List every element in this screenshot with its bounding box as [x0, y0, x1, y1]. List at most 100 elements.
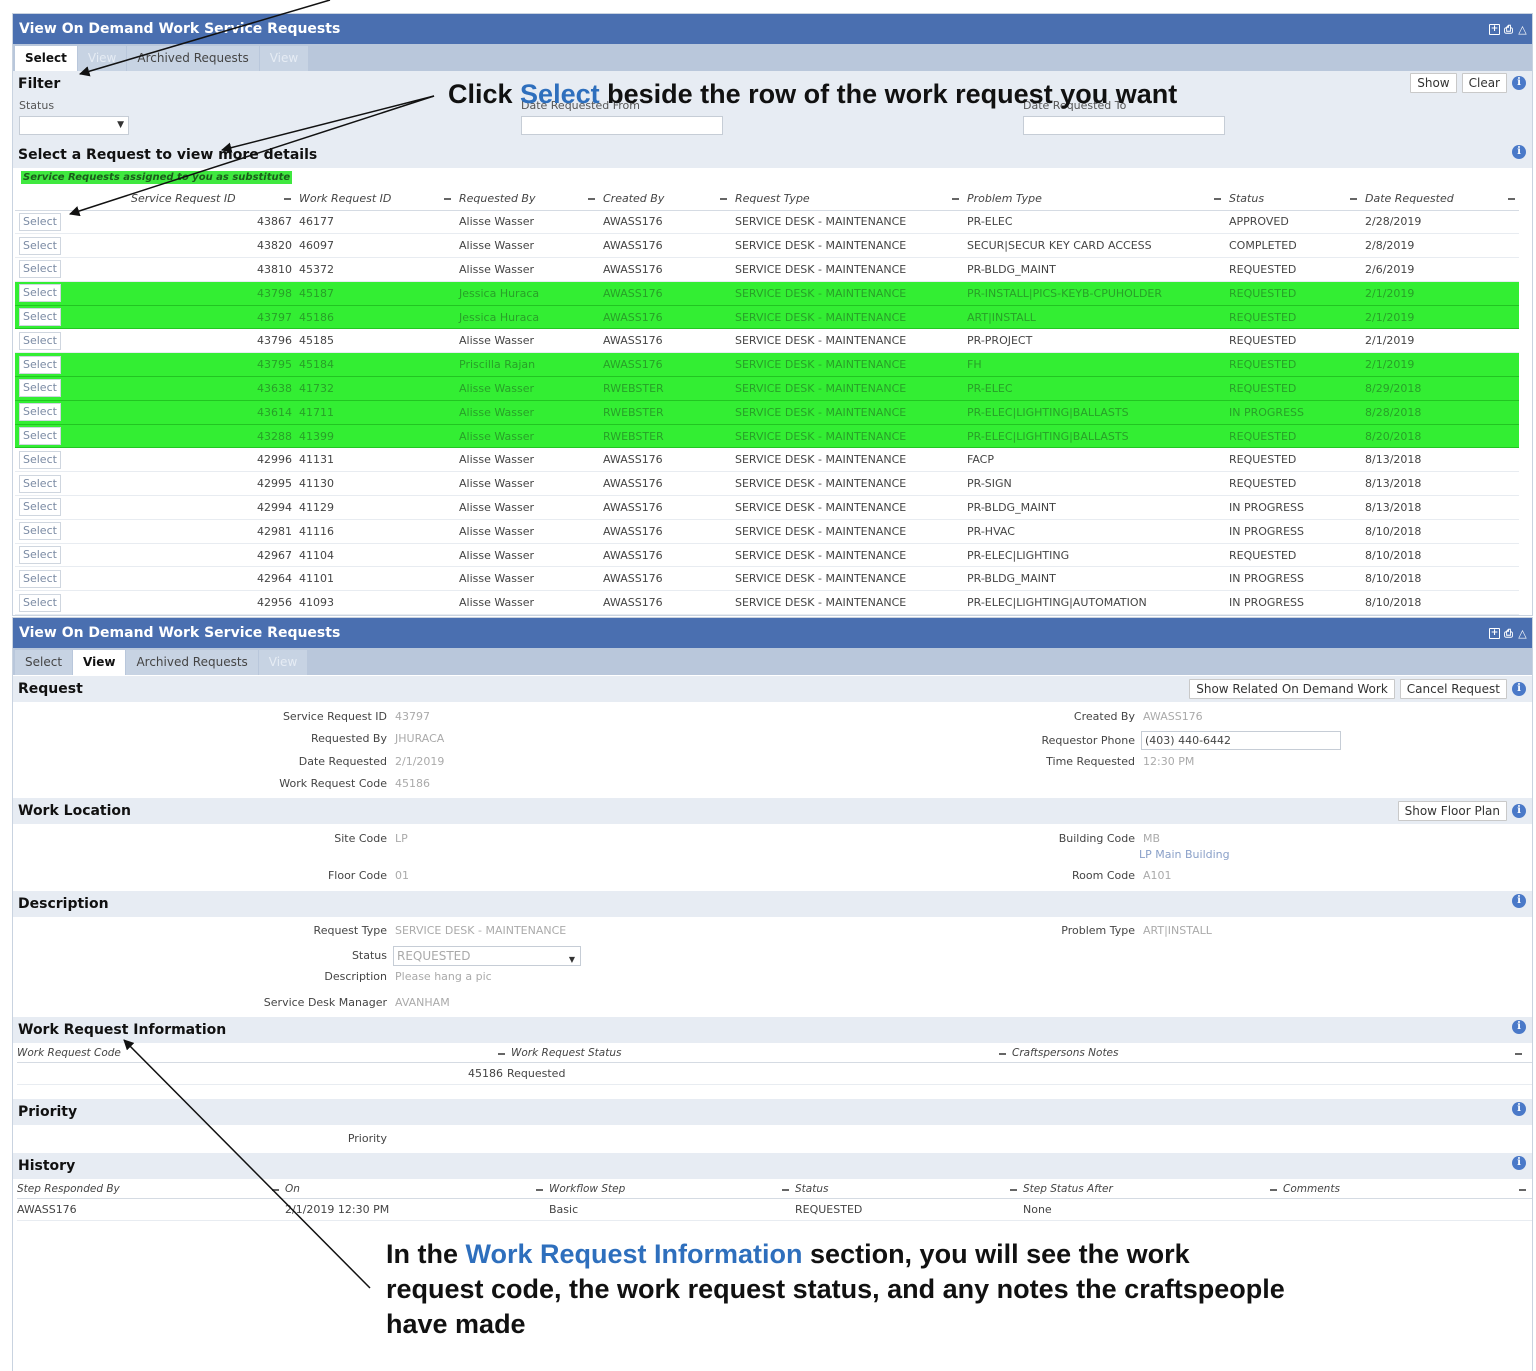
- select-button[interactable]: Select: [19, 403, 61, 422]
- alert-icon[interactable]: △: [1517, 628, 1528, 639]
- select-button[interactable]: Select: [19, 450, 61, 469]
- column-header[interactable]: Date Requested: [1361, 188, 1519, 211]
- select-button[interactable]: Select: [19, 331, 61, 350]
- info-icon[interactable]: i: [1512, 682, 1526, 696]
- request-type-cell: SERVICE DESK - MAINTENANCE: [731, 424, 963, 449]
- building-name-link[interactable]: LP Main Building: [1139, 848, 1230, 861]
- info-icon[interactable]: i: [1512, 894, 1526, 908]
- table-row[interactable]: Select 42996 41131 Alisse Wasser AWASS176 SER…: [15, 447, 1519, 473]
- select-cell: Select: [15, 400, 127, 425]
- show-floor-plan-button[interactable]: Show Floor Plan: [1397, 801, 1507, 821]
- info-icon[interactable]: i: [1512, 804, 1526, 818]
- info-icon[interactable]: i: [1512, 145, 1526, 159]
- column-header[interactable]: Work Request Code: [17, 1043, 511, 1062]
- column-header[interactable]: Step Responded By: [17, 1179, 285, 1198]
- status-filter-label: Status: [19, 99, 55, 112]
- info-icon[interactable]: i: [1512, 76, 1526, 90]
- cancel-request-button[interactable]: Cancel Request: [1399, 679, 1507, 699]
- tab-archived-requests[interactable]: Archived Requests: [126, 650, 258, 675]
- select-button[interactable]: Select: [19, 379, 61, 398]
- select-button[interactable]: Select: [19, 522, 61, 541]
- column-header[interactable]: Workflow Step: [549, 1179, 795, 1198]
- status-select[interactable]: REQUESTED ▼: [393, 946, 581, 966]
- problem-type-cell: PR-PROJECT: [963, 328, 1225, 354]
- substitute-note[interactable]: Service Requests assigned to you as subs…: [21, 171, 293, 184]
- select-button[interactable]: Select: [19, 308, 61, 327]
- clear-button[interactable]: Clear: [1461, 73, 1507, 93]
- status-cell: IN PROGRESS: [1225, 566, 1361, 592]
- tab-view-2[interactable]: View: [259, 46, 309, 71]
- tab-select[interactable]: Select: [15, 46, 77, 71]
- select-button[interactable]: Select: [19, 474, 61, 493]
- select-button[interactable]: Select: [19, 427, 61, 446]
- info-icon[interactable]: i: [1512, 1020, 1526, 1034]
- date-to-input[interactable]: [1023, 116, 1225, 135]
- table-row[interactable]: Select 43614 41711 Alisse Wasser RWEBSTER SER…: [15, 400, 1519, 425]
- request-type-cell: SERVICE DESK - MAINTENANCE: [731, 495, 963, 520]
- table-row[interactable]: Select 43796 45185 Alisse Wasser AWASS176 SER…: [15, 328, 1519, 354]
- select-cell: Select: [15, 424, 127, 449]
- tab-view-2[interactable]: View: [258, 650, 308, 675]
- show-button[interactable]: Show: [1410, 73, 1457, 93]
- select-button[interactable]: Select: [19, 284, 61, 303]
- select-button[interactable]: Select: [19, 569, 61, 588]
- select-button[interactable]: Select: [19, 355, 61, 374]
- column-header[interactable]: Status: [1225, 188, 1361, 211]
- column-header[interactable]: Problem Type: [963, 188, 1225, 211]
- select-button[interactable]: Select: [19, 236, 61, 255]
- column-header[interactable]: On: [285, 1179, 549, 1198]
- column-header[interactable]: Requested By: [455, 188, 599, 211]
- show-related-button[interactable]: Show Related On Demand Work: [1189, 679, 1395, 699]
- table-row[interactable]: Select 43810 45372 Alisse Wasser AWASS176 SER…: [15, 257, 1519, 282]
- table-row[interactable]: Select 42994 41129 Alisse Wasser AWASS176 SER…: [15, 495, 1519, 520]
- table-row[interactable]: Select 43867 46177 Alisse Wasser AWASS176 SER…: [15, 210, 1519, 235]
- table-row[interactable]: Select 43288 41399 Alisse Wasser RWEBSTER SER…: [15, 424, 1519, 449]
- select-button[interactable]: Select: [19, 546, 61, 565]
- table-row[interactable]: Select 43795 45184 Priscilla Rajan AWASS176 S…: [15, 352, 1519, 378]
- expand-icon[interactable]: +: [1489, 23, 1500, 35]
- column-header[interactable]: Created By: [599, 188, 731, 211]
- table-row[interactable]: AWASS176 2/1/2019 12:30 PM Basic REQUEST…: [17, 1199, 1532, 1221]
- column-header[interactable]: Request Type: [731, 188, 963, 211]
- column-header[interactable]: Service Request ID: [127, 188, 295, 211]
- table-row[interactable]: Select 42995 41130 Alisse Wasser AWASS176 SER…: [15, 471, 1519, 497]
- select-button[interactable]: Select: [19, 212, 61, 231]
- table-row[interactable]: Select 43798 45187 Jessica Huraca AWASS176 SE…: [15, 281, 1519, 306]
- table-row[interactable]: Select 42964 41101 Alisse Wasser AWASS176 SER…: [15, 566, 1519, 592]
- status-cell: IN PROGRESS: [1225, 495, 1361, 520]
- table-row[interactable]: Select 42956 41093 Alisse Wasser AWASS176 SER…: [15, 590, 1519, 615]
- table-row[interactable]: Select 42967 41104 Alisse Wasser AWASS176 SER…: [15, 543, 1519, 568]
- expand-icon[interactable]: +: [1489, 627, 1500, 639]
- print-icon[interactable]: ⎙: [1503, 24, 1514, 35]
- table-row[interactable]: Select 43797 45186 Jessica Huraca AWASS176 SE…: [15, 305, 1519, 330]
- info-icon[interactable]: i: [1512, 1156, 1526, 1170]
- table-row[interactable]: 45186 Requested: [17, 1063, 1532, 1085]
- column-header[interactable]: Comments: [1283, 1179, 1532, 1198]
- table-row[interactable]: Select 42981 41116 Alisse Wasser AWASS176 SER…: [15, 519, 1519, 544]
- select-button[interactable]: Select: [19, 593, 61, 612]
- column-header[interactable]: Craftspersons Notes: [1012, 1043, 1528, 1062]
- table-row[interactable]: Select 43638 41732 Alisse Wasser RWEBSTER SER…: [15, 376, 1519, 401]
- alert-icon[interactable]: △: [1517, 24, 1528, 35]
- service-request-id-cell: 43638: [127, 376, 295, 401]
- status-cell: REQUESTED: [1225, 257, 1361, 282]
- select-button[interactable]: Select: [19, 498, 61, 517]
- date-from-input[interactable]: [521, 116, 723, 135]
- tab-select[interactable]: Select: [15, 650, 73, 675]
- tab-archived-requests[interactable]: Archived Requests: [127, 46, 259, 71]
- requestor-phone-input[interactable]: (403) 440-6442: [1141, 731, 1341, 750]
- column-header[interactable]: Status: [795, 1179, 1023, 1198]
- select-button[interactable]: Select: [19, 260, 61, 279]
- tab-view[interactable]: View: [77, 46, 127, 71]
- info-icon[interactable]: i: [1512, 1102, 1526, 1116]
- tab-view[interactable]: View: [73, 650, 126, 675]
- column-header[interactable]: Step Status After: [1023, 1179, 1283, 1198]
- table-row[interactable]: Select 43820 46097 Alisse Wasser AWASS176 SER…: [15, 233, 1519, 259]
- column-header[interactable]: Work Request ID: [295, 188, 455, 211]
- print-icon[interactable]: ⎙: [1503, 628, 1514, 639]
- status-filter-select[interactable]: ▼: [19, 116, 129, 135]
- created-by-cell: AWASS176: [599, 210, 731, 235]
- created-by-cell: RWEBSTER: [599, 376, 731, 401]
- history-step-cell: Basic: [549, 1203, 579, 1216]
- column-header[interactable]: Work Request Status: [511, 1043, 1012, 1062]
